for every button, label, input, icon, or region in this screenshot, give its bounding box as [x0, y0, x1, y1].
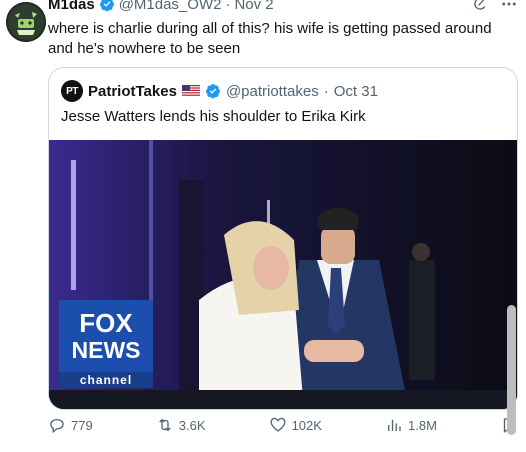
verified-badge-icon — [205, 83, 221, 99]
scrollbar-thumb[interactable] — [507, 305, 516, 435]
repost-count: 3.6K — [178, 417, 206, 433]
repost-button[interactable]: 3.6K — [156, 416, 206, 434]
quote-date[interactable]: Oct 31 — [334, 83, 378, 100]
quote-author-name[interactable]: PatriotTakes — [88, 83, 177, 100]
verified-badge-icon — [99, 0, 115, 12]
author-handle[interactable]: @M1das_OW2 — [119, 0, 222, 13]
quote-header: PT PatriotTakes @patriottakes · Oct 31 — [61, 80, 378, 102]
repost-icon — [156, 416, 174, 434]
separator-dot: · — [225, 0, 231, 13]
grok-icon[interactable] — [472, 0, 488, 12]
header-actions — [472, 0, 518, 14]
separator-dot: · — [323, 82, 329, 100]
quote-text: Jesse Watters lends his shoulder to Erik… — [61, 108, 366, 125]
views-button[interactable]: 1.8M — [385, 416, 437, 434]
more-icon[interactable] — [500, 0, 518, 13]
quote-author-handle[interactable]: @patriottakes — [226, 83, 319, 100]
views-count: 1.8M — [408, 417, 437, 433]
us-flag-icon — [181, 85, 200, 97]
quoted-tweet[interactable]: PT PatriotTakes @patriottakes · Oct 31 J… — [48, 67, 518, 410]
like-count: 102K — [291, 417, 322, 433]
views-icon — [385, 416, 403, 434]
reply-button[interactable]: 779 — [48, 416, 93, 434]
action-bar: 779 3.6K 102K 1.8M — [48, 413, 518, 437]
tweet-date[interactable]: Nov 2 — [234, 0, 273, 13]
author-name[interactable]: M1das — [48, 0, 95, 13]
tweet-header: M1das @M1das_OW2 · Nov 2 — [48, 0, 274, 14]
fox-logo-line2: NEWS — [72, 337, 141, 363]
tweet[interactable]: M1das @M1das_OW2 · Nov 2 where is charli… — [0, 0, 526, 452]
fox-logo-line1: FOX — [79, 308, 133, 338]
like-icon — [269, 416, 287, 434]
avatar[interactable] — [6, 2, 46, 42]
quote-image[interactable]: FOX NEWS channel — [49, 140, 517, 409]
fox-logo-line3: channel — [80, 373, 132, 387]
reply-count: 779 — [71, 417, 93, 433]
tweet-text: where is charlie during all of this? his… — [48, 20, 492, 57]
quote-avatar[interactable]: PT — [61, 80, 83, 102]
reply-icon — [48, 416, 66, 434]
like-button[interactable]: 102K — [269, 416, 322, 434]
